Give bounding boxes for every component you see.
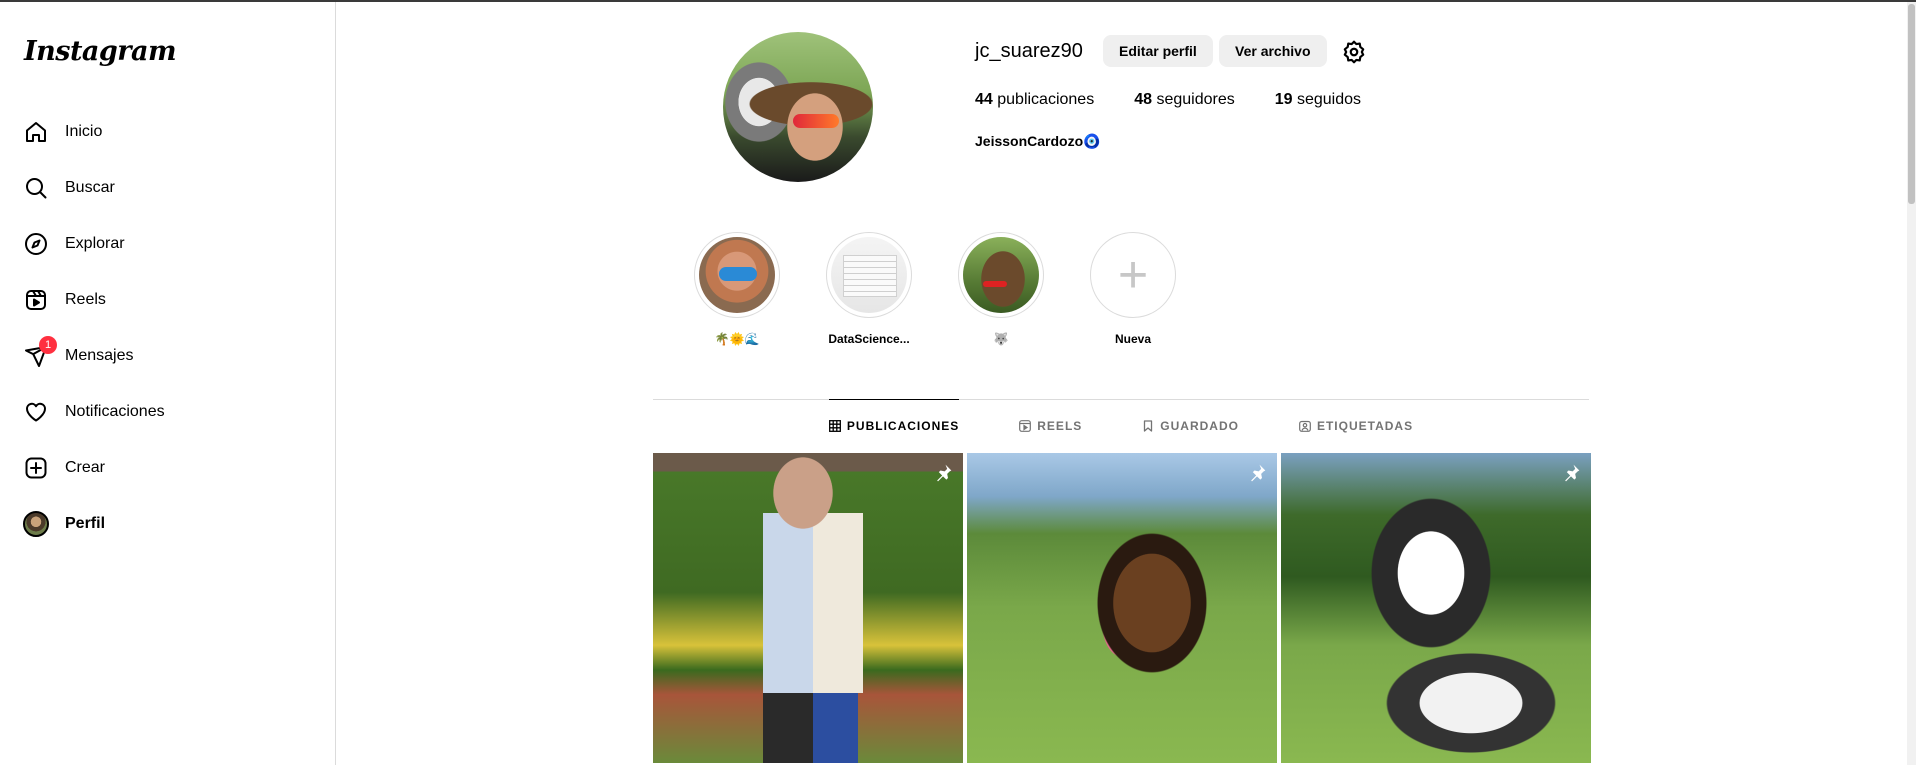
following-count: 19 bbox=[1274, 91, 1293, 108]
following-label: seguidos bbox=[1296, 91, 1362, 108]
highlight-cover bbox=[963, 237, 1039, 313]
page-scrollbar[interactable] bbox=[1907, 2, 1916, 765]
highlight-label: 🌴🌞🌊 bbox=[714, 332, 760, 346]
new-highlight-button[interactable]: + Nueva bbox=[1089, 232, 1177, 346]
unread-badge: 1 bbox=[39, 336, 57, 354]
pin-icon bbox=[1247, 463, 1267, 483]
sidebar-item-crear[interactable]: Crear bbox=[12, 444, 322, 492]
pin-icon bbox=[933, 463, 953, 483]
reels-icon bbox=[1019, 419, 1032, 432]
highlight-ring: + bbox=[1090, 232, 1176, 318]
highlight-ring bbox=[826, 232, 912, 318]
view-archive-button[interactable]: Ver archivo bbox=[1219, 35, 1327, 67]
sidebar-item-label: Inicio bbox=[65, 123, 103, 140]
posts-grid bbox=[653, 453, 1591, 763]
sidebar-item-perfil[interactable]: Perfil bbox=[12, 500, 322, 548]
profile-picture[interactable] bbox=[723, 32, 873, 182]
plus-icon: + bbox=[1117, 246, 1149, 304]
highlight-ring bbox=[694, 232, 780, 318]
plus-square-icon bbox=[23, 455, 49, 481]
search-icon bbox=[23, 175, 49, 201]
highlight-label: DataScience... bbox=[828, 332, 910, 346]
highlight-label: 🐺 bbox=[993, 332, 1009, 346]
tab-guardado[interactable]: GUARDADO bbox=[1142, 399, 1239, 451]
sidebar-item-mensajes[interactable]: 1 Mensajes bbox=[12, 332, 322, 380]
pin-icon bbox=[1561, 463, 1581, 483]
followers-stat[interactable]: 48 seguidores bbox=[1134, 91, 1235, 109]
reels-icon bbox=[23, 287, 49, 313]
sidebar-nav: Inicio Buscar Explorar Reels 1 Mensajes … bbox=[12, 108, 322, 556]
profile-username: jc_suarez90 bbox=[975, 40, 1083, 62]
highlight-ring bbox=[958, 232, 1044, 318]
posts-stat: 44 publicaciones bbox=[975, 91, 1094, 109]
sidebar-item-explorar[interactable]: Explorar bbox=[12, 220, 322, 268]
avatar bbox=[23, 511, 49, 537]
story-highlights: 🌴🌞🌊 DataScience... 🐺 + Nueva bbox=[693, 232, 1221, 346]
sidebar-item-label: Crear bbox=[65, 459, 106, 476]
messenger-icon: 1 bbox=[23, 336, 57, 369]
profile-tabs: PUBLICACIONES REELS GUARDADO ETIQUETADAS bbox=[653, 399, 1589, 451]
bookmark-icon bbox=[1142, 419, 1154, 432]
settings-gear-icon[interactable] bbox=[1341, 39, 1367, 65]
scrollbar-thumb[interactable] bbox=[1908, 4, 1915, 204]
tagged-icon bbox=[1299, 420, 1311, 432]
home-icon bbox=[23, 119, 49, 145]
compass-icon bbox=[23, 231, 49, 257]
sidebar-item-label: Notificaciones bbox=[65, 403, 165, 420]
sidebar-item-label: Perfil bbox=[65, 515, 106, 532]
profile-full-name: JeissonCardozo🧿 bbox=[975, 133, 1101, 149]
tab-publicaciones[interactable]: PUBLICACIONES bbox=[828, 399, 960, 451]
tab-label: GUARDADO bbox=[1160, 418, 1239, 433]
sidebar-item-inicio[interactable]: Inicio bbox=[12, 108, 322, 156]
posts-count: 44 bbox=[975, 91, 993, 108]
posts-label: publicaciones bbox=[997, 91, 1095, 108]
highlight-label: Nueva bbox=[1114, 332, 1152, 346]
sidebar: Instagram Inicio Buscar Explorar Reels 1… bbox=[0, 2, 336, 765]
highlight-item[interactable]: 🌴🌞🌊 bbox=[693, 232, 781, 346]
sidebar-item-label: Buscar bbox=[65, 179, 115, 196]
profile-main: jc_suarez90 Editar perfil Ver archivo 44… bbox=[337, 2, 1907, 765]
sidebar-item-label: Mensajes bbox=[65, 347, 134, 364]
highlight-cover bbox=[699, 237, 775, 313]
highlight-item[interactable]: DataScience... bbox=[825, 232, 913, 346]
tab-label: ETIQUETADAS bbox=[1316, 418, 1414, 433]
sidebar-item-reels[interactable]: Reels bbox=[12, 276, 322, 324]
heart-icon bbox=[23, 399, 49, 425]
sidebar-item-notificaciones[interactable]: Notificaciones bbox=[12, 388, 322, 436]
edit-profile-button[interactable]: Editar perfil bbox=[1103, 35, 1213, 67]
sidebar-item-label: Reels bbox=[65, 291, 106, 308]
tab-etiquetadas[interactable]: ETIQUETADAS bbox=[1299, 399, 1413, 451]
highlight-item[interactable]: 🐺 bbox=[957, 232, 1045, 346]
followers-count: 48 bbox=[1134, 91, 1152, 108]
grid-icon bbox=[828, 419, 841, 432]
instagram-logo[interactable]: Instagram bbox=[24, 36, 177, 67]
highlight-cover bbox=[831, 237, 907, 313]
followers-label: seguidores bbox=[1156, 91, 1235, 108]
profile-stats: 44 publicaciones 48 seguidores 19 seguid… bbox=[975, 91, 1401, 109]
post-thumbnail[interactable] bbox=[1281, 453, 1591, 763]
following-stat[interactable]: 19 seguidos bbox=[1275, 91, 1361, 109]
sidebar-item-label: Explorar bbox=[65, 235, 125, 252]
tab-label: REELS bbox=[1037, 418, 1083, 433]
post-thumbnail[interactable] bbox=[967, 453, 1277, 763]
tab-reels[interactable]: REELS bbox=[1019, 399, 1082, 451]
sidebar-item-buscar[interactable]: Buscar bbox=[12, 164, 322, 212]
post-thumbnail[interactable] bbox=[653, 453, 963, 763]
tab-label: PUBLICACIONES bbox=[846, 418, 960, 433]
